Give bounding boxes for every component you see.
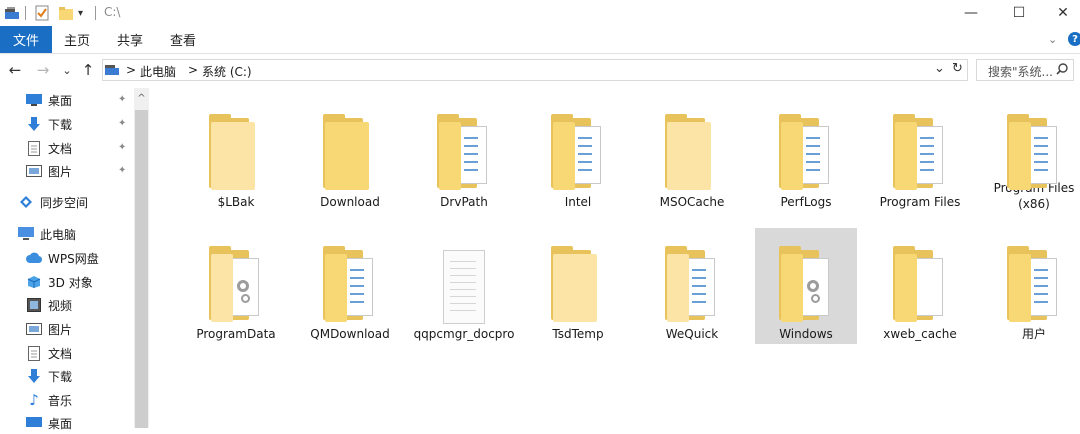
folder-item[interactable]: xweb_cache — [869, 228, 971, 344]
folder-icon — [315, 104, 385, 194]
folder-item[interactable]: Program Files — [869, 96, 971, 212]
tab-view[interactable]: 查看 — [170, 26, 196, 53]
folder-item[interactable]: Windows — [755, 228, 857, 344]
folder-item[interactable]: MSOCache — [641, 96, 743, 212]
folder-name: PerfLogs — [780, 195, 832, 209]
video-icon — [26, 297, 42, 313]
folder-icon — [999, 236, 1069, 326]
folder-icon — [201, 236, 271, 326]
nav-item-sync[interactable]: 同步空间 — [18, 191, 152, 213]
help-button[interactable]: ? — [1068, 32, 1080, 46]
explorer-icon[interactable] — [4, 4, 20, 22]
folder-name: TsdTemp — [552, 327, 604, 341]
tab-share[interactable]: 共享 — [117, 26, 143, 53]
music-icon: ♪ — [29, 391, 39, 409]
folder-item[interactable]: DrvPath — [413, 96, 515, 212]
folder-name: WeQuick — [665, 327, 719, 341]
search-icon[interactable] — [1056, 63, 1068, 78]
folder-name: DrvPath — [440, 195, 488, 209]
folder-name: xweb_cache — [883, 327, 957, 341]
download-icon — [26, 116, 42, 132]
title-bar — [0, 0, 1080, 26]
picture-icon — [26, 321, 42, 337]
breadcrumb-this-pc[interactable]: 此电脑 — [140, 63, 176, 80]
desktop-icon — [26, 92, 42, 108]
folder-name: Windows — [779, 327, 833, 341]
folder-item[interactable]: QMDownload — [299, 228, 401, 344]
document-icon — [26, 345, 42, 361]
folder-icon — [543, 236, 613, 326]
folder-icon — [315, 236, 385, 326]
nav-scrollbar-thumb[interactable] — [135, 110, 148, 428]
new-folder-icon[interactable] — [58, 4, 74, 22]
recent-locations-icon[interactable]: ⌄ — [60, 60, 74, 80]
folder-item[interactable]: PerfLogs — [755, 96, 857, 212]
up-arrow-icon[interactable]: ↑ — [79, 60, 97, 80]
chevron-down-icon[interactable]: ⌄ — [1048, 33, 1057, 46]
folder-icon — [999, 104, 1069, 190]
separator — [95, 6, 96, 20]
folder-name: Intel — [564, 195, 592, 209]
folder-icon — [771, 236, 841, 326]
folder-name: $LBak — [217, 195, 255, 209]
ribbon — [0, 26, 1080, 54]
desktop-icon — [26, 415, 42, 431]
content-area: $LBak Download DrvPath Intel MSOCache PerfLog… — [150, 88, 1080, 428]
folder-icon — [201, 104, 271, 194]
scroll-up-icon[interactable]: ^ — [134, 88, 149, 108]
close-button[interactable]: ✕ — [1040, 0, 1080, 26]
nav-item-this-pc[interactable]: 此电脑 — [18, 223, 152, 245]
address-dropdown-icon[interactable]: ⌄ — [934, 61, 945, 76]
sync-icon — [18, 194, 34, 210]
folder-icon — [885, 104, 955, 194]
back-arrow-icon[interactable]: ← — [6, 60, 24, 80]
computer-icon — [18, 226, 34, 242]
separator — [25, 6, 26, 20]
folder-item[interactable]: qqpcmgr_docpro — [413, 228, 515, 344]
properties-icon[interactable] — [34, 4, 50, 22]
folder-icon — [429, 236, 499, 326]
folder-item[interactable]: Intel — [527, 96, 629, 212]
document-icon — [26, 140, 42, 156]
folder-item[interactable]: Download — [299, 96, 401, 212]
breadcrumb-separator[interactable]: > — [188, 63, 198, 77]
maximize-button[interactable]: ☐ — [996, 0, 1042, 26]
folder-name: Program Files — [879, 195, 961, 209]
search-placeholder: 搜索"系统... — [988, 65, 1053, 79]
folder-icon — [771, 104, 841, 194]
folder-icon — [429, 104, 499, 194]
folder-item[interactable]: $LBak — [185, 96, 287, 212]
folder-icon — [657, 236, 727, 326]
folder-item[interactable]: TsdTemp — [527, 228, 629, 344]
picture-icon — [26, 163, 42, 179]
folder-icon — [885, 236, 955, 326]
refresh-icon[interactable]: ↻ — [952, 61, 963, 76]
folder-item[interactable]: WeQuick — [641, 228, 743, 344]
folder-name: MSOCache — [659, 195, 725, 209]
tab-home[interactable]: 主页 — [64, 26, 90, 53]
customize-toolbar-icon[interactable]: ▾ — [78, 4, 83, 22]
drive-icon — [104, 62, 120, 79]
folder-item[interactable]: 用户 — [983, 228, 1080, 344]
folder-item[interactable]: ProgramData — [185, 228, 287, 344]
folder-name: ProgramData — [196, 327, 276, 341]
folder-item[interactable]: Program Files (x86) — [983, 96, 1080, 212]
forward-arrow-icon[interactable]: → — [34, 60, 52, 80]
cloud-icon — [26, 250, 42, 266]
breadcrumb-system-c[interactable]: 系统 (C:) — [202, 63, 252, 80]
folder-icon — [543, 104, 613, 194]
folder-name: 用户 — [1021, 327, 1046, 341]
folder-name: Download — [320, 195, 380, 209]
folder-name: QMDownload — [310, 327, 390, 341]
minimize-button[interactable]: — — [948, 0, 994, 26]
folder-name: qqpcmgr_docpro — [413, 327, 515, 341]
folder-icon — [657, 104, 727, 194]
breadcrumb-separator[interactable]: > — [126, 63, 136, 77]
tab-file[interactable]: 文件 — [0, 26, 52, 53]
download-icon — [26, 368, 42, 384]
cube-icon — [26, 274, 42, 290]
window-title: C:\ — [104, 5, 121, 19]
